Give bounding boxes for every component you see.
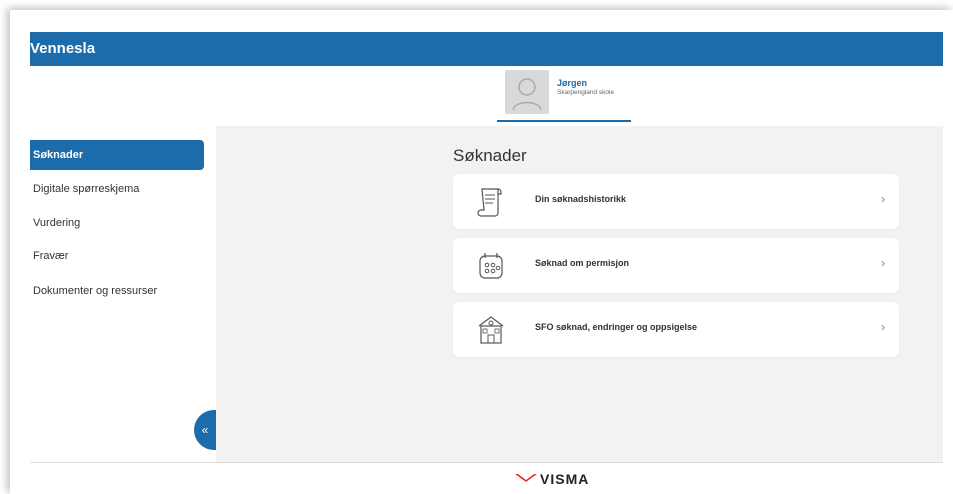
card-label: SFO søknad, endringer og oppsigelse bbox=[535, 322, 698, 332]
page-title: Søknader bbox=[453, 146, 527, 165]
school-building-icon bbox=[478, 316, 504, 344]
sidebar-item-vurdering[interactable]: Vurdering bbox=[30, 208, 80, 238]
profile-tab[interactable]: Jørgen Skarpengland skole bbox=[497, 70, 631, 122]
visma-logo-icon bbox=[515, 474, 537, 482]
top-bar: Vennesla bbox=[30, 32, 943, 66]
sidebar: Søknader Digitale spørreskjema Vurdering… bbox=[30, 126, 216, 462]
sidebar-item-soknader[interactable]: Søknader bbox=[30, 140, 204, 170]
card-label: Din søknadshistorikk bbox=[535, 194, 627, 204]
sidebar-item-fravaer[interactable]: Fravær bbox=[30, 241, 68, 271]
app-title: Vennesla bbox=[30, 40, 96, 57]
profile-school: Skarpengland skole bbox=[557, 89, 615, 96]
avatar bbox=[505, 70, 549, 114]
sidebar-item-digitale-sporreskjema[interactable]: Digitale spørreskjema bbox=[30, 174, 139, 204]
profile-name: Jørgen bbox=[557, 78, 588, 88]
footer: VISMA bbox=[30, 462, 943, 485]
card-soknad-om-permisjon[interactable]: Søknad om permisjon › bbox=[453, 238, 899, 293]
visma-brand: VISMA bbox=[540, 471, 590, 485]
calendar-icon bbox=[479, 253, 503, 279]
card-label: Søknad om permisjon bbox=[535, 258, 630, 268]
main-content: Søknader Din søknadshistorikk › Søknad o… bbox=[216, 126, 943, 462]
chevron-right-icon: › bbox=[881, 320, 885, 334]
card-soknadshistorikk[interactable]: Din søknadshistorikk › bbox=[453, 174, 899, 229]
user-silhouette-icon bbox=[512, 78, 542, 111]
card-sfo-soknad[interactable]: SFO søknad, endringer og oppsigelse › bbox=[453, 302, 899, 357]
sidebar-item-dokumenter[interactable]: Dokumenter og ressurser bbox=[30, 276, 157, 306]
scroll-icon bbox=[477, 188, 502, 217]
chevron-right-icon: › bbox=[881, 256, 885, 270]
chevron-right-icon: › bbox=[881, 192, 885, 206]
